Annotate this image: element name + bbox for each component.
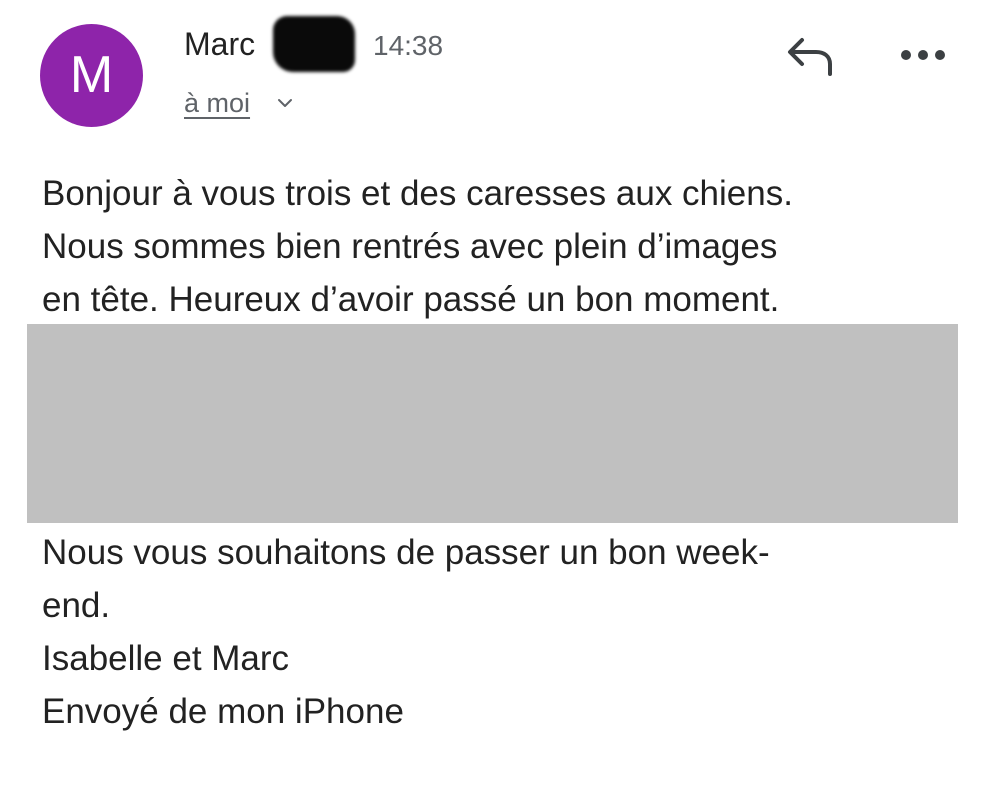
message-line: Bonjour à vous trois et des caresses aux… xyxy=(42,174,793,213)
message-time: 14:38 xyxy=(373,30,444,61)
sender-name: Marc xyxy=(184,26,256,62)
message-paragraph-2: Nous vous souhaitons de passer un bon we… xyxy=(42,526,962,738)
message-line: Nous vous souhaitons de passer un bon we… xyxy=(42,533,770,572)
recipient-toggle[interactable]: à moi xyxy=(184,88,250,119)
message-paragraph-1: Bonjour à vous trois et des caresses aux… xyxy=(42,167,962,326)
redacted-content-block xyxy=(27,324,958,523)
more-options-icon[interactable] xyxy=(898,42,948,68)
redacted-surname xyxy=(273,16,355,72)
message-line: Nous sommes bien rentrés avec plein d’im… xyxy=(42,227,778,266)
signature-line: Isabelle et Marc xyxy=(42,639,290,678)
message-line: end. xyxy=(42,586,111,625)
reply-icon[interactable] xyxy=(782,30,838,82)
chevron-down-icon[interactable] xyxy=(276,96,294,110)
message-line: en tête. Heureux d’avoir passé un bon mo… xyxy=(42,280,780,319)
sent-from-line: Envoyé de mon iPhone xyxy=(42,692,404,731)
avatar[interactable]: M xyxy=(40,24,143,127)
